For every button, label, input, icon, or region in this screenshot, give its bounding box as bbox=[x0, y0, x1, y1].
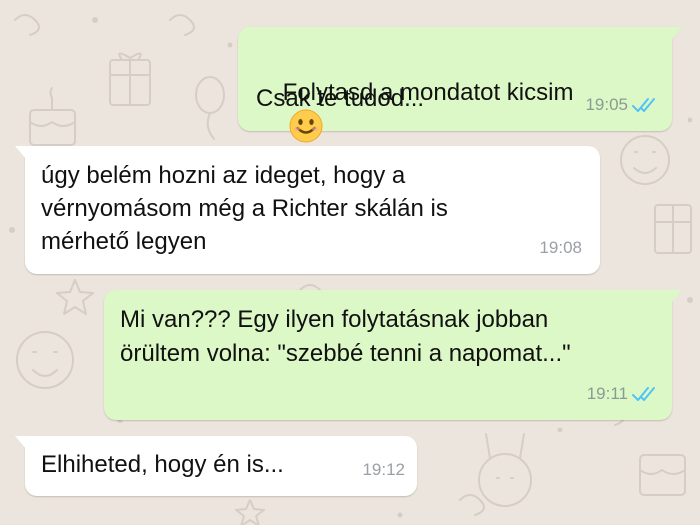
outgoing-message-bubble[interactable]: Mi van??? Egy ilyen folytatásnak jobban … bbox=[104, 290, 682, 420]
message-text-line: Elhiheted, hogy én is... bbox=[41, 451, 284, 478]
incoming-message-bubble[interactable]: úgy belém hozni az ideget, hogy a vérnyo… bbox=[15, 146, 600, 274]
face-doodle-icon bbox=[620, 135, 670, 185]
message-time: 19:08 bbox=[539, 238, 582, 257]
cake-doodle-icon bbox=[29, 87, 76, 146]
message-meta: 19:11 bbox=[587, 378, 658, 410]
read-double-check-icon bbox=[632, 98, 655, 112]
balloon-doodle-icon bbox=[195, 76, 225, 140]
message-meta: 19:05 bbox=[585, 89, 658, 121]
message-text-line: mérhető legyen bbox=[41, 228, 207, 255]
cake-doodle-icon bbox=[639, 454, 686, 496]
message-text-line: örültem volna: "szebbé tenni a napomat..… bbox=[120, 340, 571, 367]
gift-doodle-icon bbox=[654, 204, 692, 254]
message-text-line: Csak te tudod... bbox=[256, 85, 425, 112]
message-time: 19:11 bbox=[586, 384, 628, 403]
bubble-tail-icon bbox=[670, 290, 682, 304]
message-meta: 19:12 bbox=[362, 454, 405, 486]
message-text-line: Mi van??? Egy ilyen folytatásnak jobban bbox=[120, 306, 549, 333]
incoming-message-bubble[interactable]: Elhiheted, hogy én is... 19:12 bbox=[15, 436, 417, 496]
message-text-line: vérnyomásom még a Richter skálán is bbox=[41, 195, 448, 222]
gift-doodle-icon bbox=[109, 52, 151, 106]
outgoing-message-bubble[interactable]: Folytasd a mondatot kicsim Csak te tudod… bbox=[238, 27, 682, 143]
face-doodle-icon bbox=[16, 331, 74, 389]
bubble-tail-icon bbox=[670, 27, 682, 41]
message-time: 19:05 bbox=[585, 95, 628, 114]
message-text-line: úgy belém hozni az ideget, hogy a bbox=[41, 162, 406, 189]
message-time: 19:12 bbox=[362, 460, 405, 479]
message-meta: 19:08 bbox=[539, 232, 582, 264]
read-double-check-icon bbox=[632, 387, 655, 401]
bubble-tail-icon bbox=[15, 436, 27, 450]
rabbit-doodle-icon bbox=[478, 433, 532, 507]
bubble-tail-icon bbox=[15, 146, 27, 160]
